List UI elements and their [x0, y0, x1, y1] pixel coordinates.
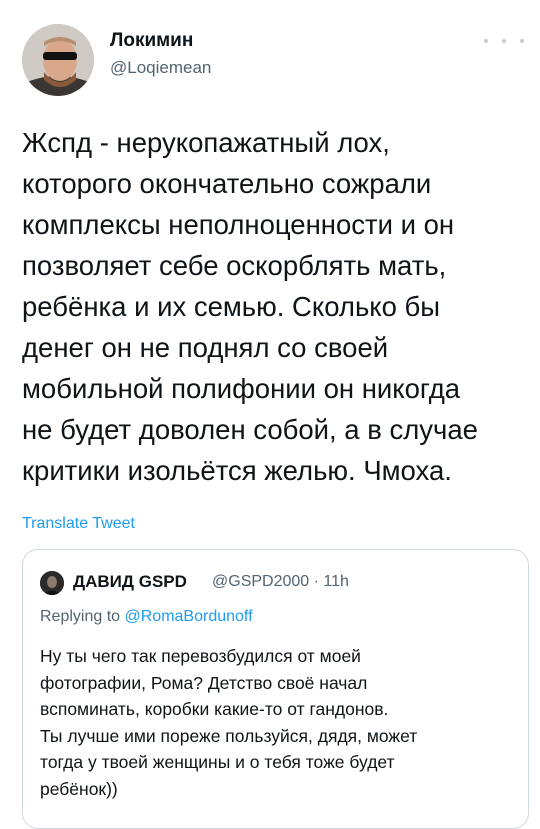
replying-to-label: Replying to	[40, 608, 121, 625]
quoted-text-line: вспоминать, коробки какие-то от гандонов…	[40, 699, 389, 719]
tweet-text-line: Жспд - нерукопажатный лох,	[22, 127, 390, 158]
quoted-text-line: Ну ты чего так перевозбудился от моей	[40, 646, 361, 666]
tweet-text-line: которого окончательно сожрали	[22, 168, 432, 199]
quoted-author-name[interactable]: ДАВИД GSPD	[73, 572, 187, 592]
tweet-text-line: комплексы неполноценности и он	[22, 209, 455, 240]
quoted-author-meta: @GSPD2000 · 11h	[212, 573, 349, 590]
avatar[interactable]	[22, 24, 94, 96]
quoted-avatar[interactable]	[40, 571, 64, 595]
replying-to: Replying to @RomaBordunoff	[40, 608, 253, 626]
author-name[interactable]: Локимин	[110, 30, 193, 52]
quoted-text-line: тогда у твоей женщины и о тебя тоже буде…	[40, 752, 395, 772]
tweet-text-line: критики изольётся желью. Чмоха.	[22, 455, 452, 486]
tweet-text-line: мобильной полифонии он никогда	[22, 373, 461, 404]
quoted-tweet[interactable]: ДАВИД GSPD @GSPD2000 · 11h Replying to @…	[22, 549, 529, 829]
quoted-tweet-text: Ну ты чего так перевозбудился от моей фо…	[40, 643, 520, 802]
more-horizontal-icon[interactable]	[484, 31, 524, 51]
replying-to-handle[interactable]: @RomaBordunoff	[125, 608, 253, 625]
quoted-text-line: фотографии, Рома? Детство своё начал	[40, 672, 368, 693]
tweet-text-line: не будет доволен собой, а в случае	[22, 414, 478, 445]
tweet-text: Жспд - нерукопажатный лох, которого окон…	[22, 122, 532, 491]
quoted-text-line: ребёнок))	[40, 778, 118, 799]
tweet-text-line: денег он не поднял со своей	[22, 332, 389, 363]
tweet-text-line: ребёнка и их семью. Сколько бы	[22, 291, 441, 322]
tweet-text-line: позволяет себе оскорблять мать,	[22, 250, 447, 281]
quoted-text-line: Ты лучше ими пореже пользуйся, дядя, мож…	[40, 725, 418, 746]
translate-tweet-link[interactable]: Translate Tweet	[22, 515, 135, 533]
author-handle[interactable]: @Loqiemean	[110, 58, 211, 78]
